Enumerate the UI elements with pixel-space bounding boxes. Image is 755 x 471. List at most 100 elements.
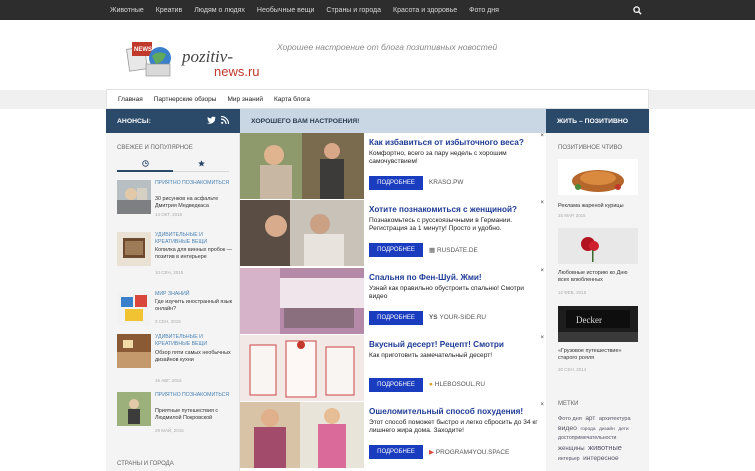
top-nav-item[interactable]: Животные <box>110 7 144 14</box>
ad-more-button[interactable]: ПОДРОБНЕЕ <box>369 311 423 325</box>
ad-site[interactable]: ▦ RUSDATE.DE <box>429 246 478 255</box>
ad-image[interactable] <box>240 133 364 199</box>
ad-item[interactable]: Вкусный десерт! Рецепт! Смотри Как приго… <box>240 335 546 401</box>
subnav-item-partners[interactable]: Партнерские обзоры <box>154 96 217 103</box>
top-nav-item[interactable]: Необычные вещи <box>257 7 314 14</box>
ad-more-button[interactable]: ПОДРОБНЕЕ <box>369 176 423 190</box>
ad-image[interactable] <box>240 335 364 401</box>
left-sidebar: СВЕЖЕЕ И ПОПУЛЯРНОЕ ПРИЯТНО ПОЗНАКОМИТЬС… <box>106 133 240 471</box>
close-icon[interactable]: × <box>540 402 544 408</box>
post-title[interactable]: Обзор пяти самых необычных дизайнов кухн… <box>155 350 235 364</box>
tag-link[interactable]: животные <box>588 443 622 452</box>
tab-recent[interactable] <box>117 156 173 172</box>
post-category[interactable]: ПРИЯТНО ПОЗНАКОМИТЬСЯ <box>155 392 233 399</box>
list-item[interactable]: УДИВИТЕЛЬНЫЕ И КРЕАТИВНЫЕ ВЕЩИ Обзор пят… <box>117 334 235 383</box>
ad-title[interactable]: Хотите познакомиться с женщиной? <box>369 205 517 214</box>
ad-description[interactable]: Этот способ поможет быстро и легко сброс… <box>369 419 539 435</box>
tag-link[interactable]: арт <box>585 415 595 422</box>
subnav-item-home[interactable]: Главная <box>118 96 143 103</box>
tag-link[interactable]: видео <box>558 425 577 432</box>
post-title[interactable]: Копилка для винных пробок — позитив в ин… <box>155 247 235 261</box>
post-thumbnail[interactable] <box>558 159 638 195</box>
site-logo[interactable]: NEWS pozitiv- news.ru <box>126 36 276 82</box>
post-thumbnail[interactable] <box>558 228 638 264</box>
search-button[interactable] <box>626 0 648 20</box>
tab-popular[interactable] <box>173 156 229 172</box>
ad-item[interactable]: Как избавиться от избыточного веса? Комф… <box>240 133 546 199</box>
tag-link[interactable]: архитектура <box>599 416 631 422</box>
ad-more-button[interactable]: ПОДРОБНЕЕ <box>369 243 423 257</box>
tag-link[interactable]: дизайн <box>599 427 615 432</box>
ad-title[interactable]: Вкусный десерт! Рецепт! Смотри <box>369 340 504 349</box>
ad-more-button[interactable]: ПОДРОБНЕЕ <box>369 378 423 392</box>
post-title[interactable]: «Грузовое путешествие» старого рояля <box>558 348 640 362</box>
ad-description[interactable]: Комфортно, всего за пару недель с хороши… <box>369 150 539 166</box>
post-title[interactable]: Реклама жареной курицы <box>558 203 640 210</box>
post-title[interactable]: 30 рисунков на асфальте Дмитрия Медведка… <box>155 196 235 210</box>
ad-site[interactable]: YS YOUR-SIDE.RU <box>429 314 486 321</box>
list-item[interactable]: ПРИЯТНО ПОЗНАКОМИТЬСЯ 30 рисунков на асф… <box>117 180 235 217</box>
tag-link[interactable]: достопримечательности <box>558 435 616 441</box>
top-nav-item[interactable]: Людям о людях <box>194 7 245 14</box>
post-title[interactable]: Где изучить иностранный язык онлайн? <box>155 299 235 313</box>
twitter-icon[interactable] <box>207 116 216 124</box>
ad-description[interactable]: Узнай как правильно обустроить спальню! … <box>369 285 539 301</box>
top-nav-item[interactable]: Креатив <box>156 7 182 14</box>
ad-item[interactable]: Спальня по Фен-Шуй. Жми! Узнай как прави… <box>240 268 546 334</box>
tag-link[interactable]: интересное <box>583 455 619 462</box>
ad-site[interactable]: ● HLEBOSOUL.RU <box>429 381 485 388</box>
top-nav-item[interactable]: Красота и здоровье <box>393 7 457 14</box>
list-item[interactable]: УДИВИТЕЛЬНЫЕ И КРЕАТИВНЫЕ ВЕЩИ Копилка д… <box>117 232 235 275</box>
tag-link[interactable]: Фото дня <box>558 416 582 422</box>
ad-item[interactable]: Ошеломительный способ похудения! Этот сп… <box>240 402 546 468</box>
top-nav-item[interactable]: Страны и города <box>326 7 381 14</box>
ad-site[interactable]: ▶ PROGRAM4YOU.SPACE <box>429 448 509 457</box>
post-category[interactable]: УДИВИТЕЛЬНЫЕ И КРЕАТИВНЫЕ ВЕЩИ <box>155 334 233 348</box>
site-tagline: Хорошее настроение от блога позитивных н… <box>277 42 498 52</box>
top-nav-item[interactable]: Фото дня <box>469 7 499 14</box>
list-item[interactable]: МИР ЗНАНИЙ Где изучить иностранный язык … <box>117 291 232 327</box>
post-title[interactable]: Любовные историю ко Дню всех влюбленных <box>558 270 640 284</box>
post-thumbnail[interactable] <box>117 291 151 325</box>
subnav-item-knowledge[interactable]: Мир знаний <box>227 96 263 103</box>
ad-site[interactable]: KRASO.PW <box>429 179 463 186</box>
logo-graphic: NEWS pozitiv- news.ru <box>126 42 260 79</box>
post-category[interactable]: МИР ЗНАНИЙ <box>155 291 233 298</box>
list-item[interactable]: ПРИЯТНО ПОЗНАКОМИТЬСЯ Приятные путешеств… <box>117 392 235 433</box>
close-icon[interactable]: × <box>540 268 544 274</box>
post-category[interactable]: УДИВИТЕЛЬНЫЕ И КРЕАТИВНЫЕ ВЕЩИ <box>155 232 233 246</box>
post-title[interactable]: Приятные путешествия с Людмилой Покровск… <box>155 408 235 422</box>
ad-image[interactable] <box>240 402 364 468</box>
post-thumbnail[interactable] <box>117 232 151 266</box>
post-category[interactable]: ПРИЯТНО ПОЗНАКОМИТЬСЯ <box>155 180 233 187</box>
post-thumbnail[interactable] <box>117 334 151 368</box>
ad-more-button[interactable]: ПОДРОБНЕЕ <box>369 445 423 459</box>
post-thumbnail[interactable] <box>117 392 151 426</box>
post-thumbnail[interactable] <box>117 180 151 214</box>
live-positive-header: ЖИТЬ – ПОЗИТИВНО <box>546 109 649 133</box>
tag-link[interactable]: дети <box>618 427 628 432</box>
rss-icon[interactable] <box>221 116 229 124</box>
tag-link[interactable]: женщины <box>558 446 585 452</box>
tag-link[interactable]: интерьер <box>558 456 580 462</box>
tags-title: МЕТКИ <box>558 401 579 407</box>
ad-description[interactable]: Как приготовить замечательный десерт! <box>369 352 539 360</box>
ad-title[interactable]: Как избавиться от избыточного веса? <box>369 138 524 147</box>
ad-title[interactable]: Спальня по Фен-Шуй. Жми! <box>369 273 482 282</box>
clock-icon <box>141 159 149 167</box>
ad-item[interactable]: Хотите познакомиться с женщиной? Познако… <box>240 200 546 266</box>
ad-title[interactable]: Ошеломительный способ похудения! <box>369 407 523 416</box>
site-favicon-icon: YS <box>429 314 438 321</box>
subnav-item-sitemap[interactable]: Карта блога <box>274 96 310 103</box>
ad-block: Как избавиться от избыточного веса? Комф… <box>240 133 546 471</box>
close-icon[interactable]: × <box>540 133 544 139</box>
post-date: 20 СЕН, 2014 <box>558 367 587 372</box>
close-icon[interactable]: × <box>540 200 544 206</box>
ad-image[interactable] <box>240 200 364 266</box>
positive-reading-title: ПОЗИТИВНОЕ ЧТИВО <box>558 145 623 151</box>
close-icon[interactable]: × <box>540 335 544 341</box>
tag-link[interactable]: города <box>581 427 596 432</box>
ad-image[interactable] <box>240 268 364 334</box>
ad-description[interactable]: Познакомьтесь с русскоязычными в Германи… <box>369 217 539 233</box>
post-thumbnail[interactable]: Decker <box>558 306 638 342</box>
